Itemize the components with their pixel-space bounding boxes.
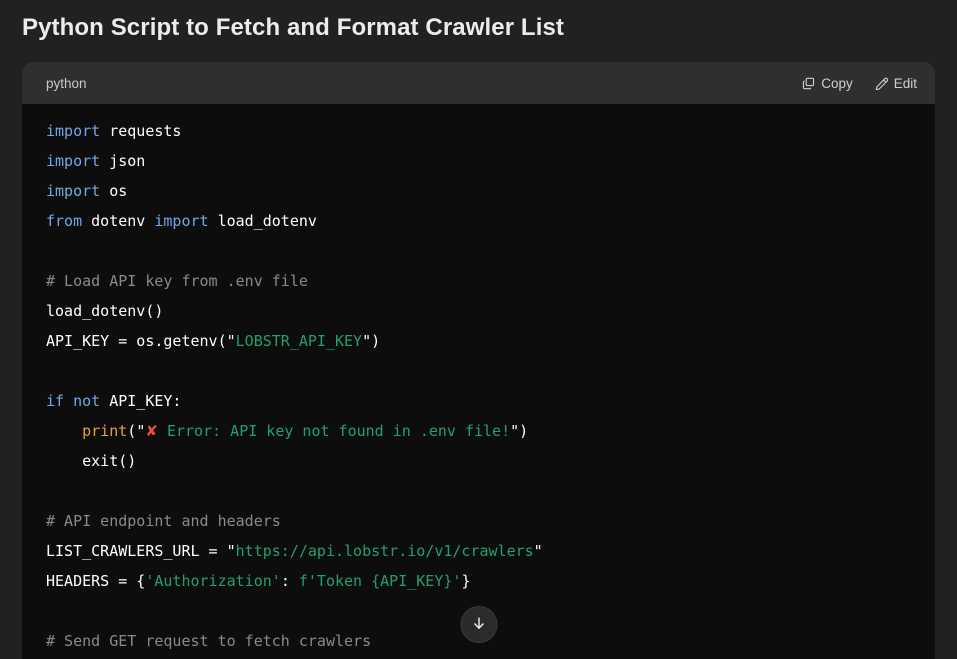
code-line: print("✘ Error: API key not found in .en… — [82, 422, 529, 440]
code-header-actions: Copy Edit — [800, 74, 919, 93]
code-line: import json — [46, 152, 146, 170]
code-line: # API endpoint and headers — [46, 512, 281, 530]
scroll-to-bottom-button[interactable] — [460, 606, 497, 643]
arrow-down-icon — [470, 615, 487, 635]
code-line: from dotenv import load_dotenv — [46, 212, 317, 230]
code-line: LIST_CRAWLERS_URL = "https://api.lobstr.… — [46, 542, 543, 560]
code-body[interactable]: import requests import json import os fr… — [22, 104, 935, 659]
code-block-header: python Copy Edit — [22, 62, 935, 104]
copy-button-label: Copy — [821, 75, 853, 91]
code-line: API_KEY = os.getenv("LOBSTR_API_KEY") — [46, 332, 381, 350]
code-line: if not API_KEY: — [46, 392, 182, 410]
edit-button[interactable]: Edit — [873, 74, 919, 93]
code-line: import requests — [46, 122, 182, 140]
code-content: import requests import json import os fr… — [22, 116, 935, 656]
copy-icon — [802, 77, 815, 90]
code-line: exit() — [46, 452, 137, 470]
code-line: load_dotenv() — [46, 302, 164, 320]
copy-button[interactable]: Copy — [800, 74, 855, 93]
pencil-icon — [875, 77, 888, 90]
code-block: python Copy Edit import requests import … — [22, 62, 935, 659]
page-title: Python Script to Fetch and Format Crawle… — [22, 14, 564, 41]
page-root: Python Script to Fetch and Format Crawle… — [0, 0, 957, 659]
code-language-label: python — [46, 75, 87, 91]
code-line: HEADERS = {'Authorization': f'Token {API… — [46, 572, 471, 590]
code-line: import os — [46, 182, 128, 200]
code-line: # Send GET request to fetch crawlers — [46, 632, 372, 650]
edit-button-label: Edit — [893, 75, 917, 91]
code-line: # Load API key from .env file — [46, 272, 308, 290]
